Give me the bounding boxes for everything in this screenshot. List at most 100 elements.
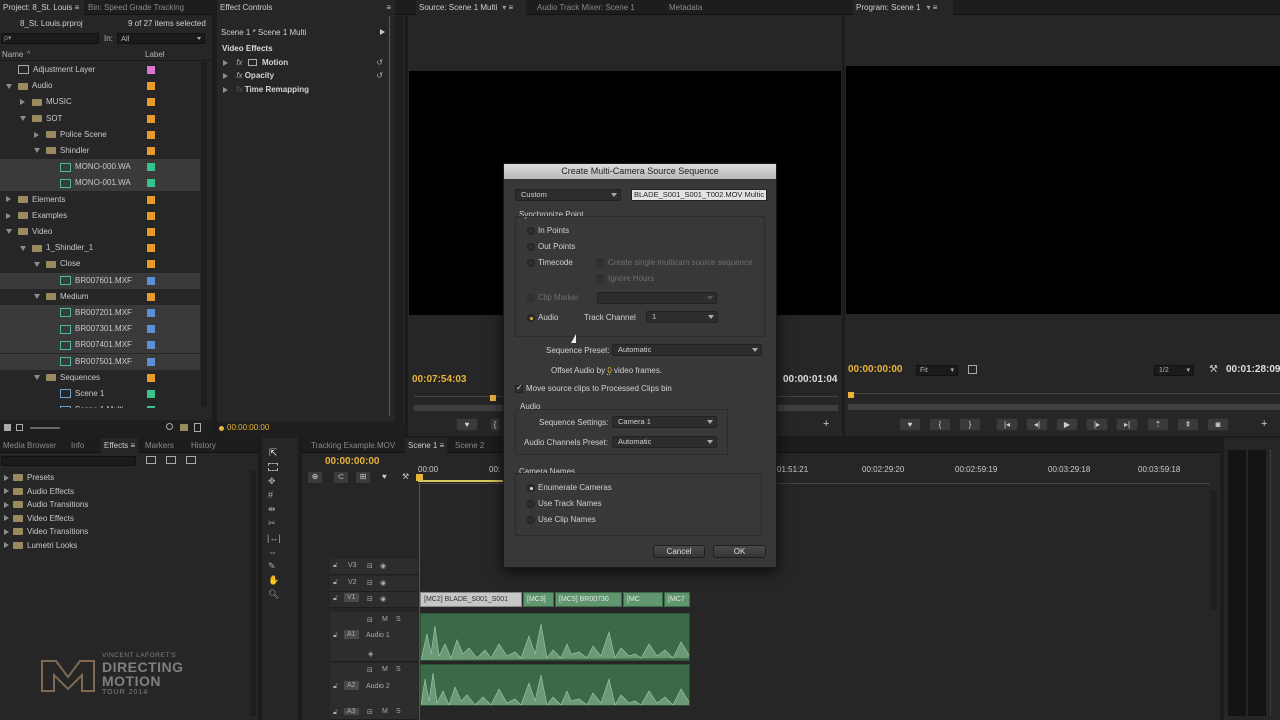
collapse-icon[interactable] (6, 229, 12, 235)
reset-icon[interactable]: ↺ (376, 71, 383, 80)
project-item[interactable]: Audio (0, 78, 200, 94)
lift-button[interactable]: ⇡ (1147, 418, 1169, 431)
cancel-button[interactable]: Cancel (653, 545, 705, 558)
project-item[interactable]: Scene 1 Multi (0, 402, 200, 408)
track-channel-select[interactable]: 1 (646, 311, 718, 323)
tab-scene-1[interactable]: Scene 1 ≡ (405, 438, 448, 453)
settings-button[interactable] (968, 365, 977, 374)
effect-controls-scrollbar[interactable] (395, 16, 403, 424)
project-item[interactable]: Close (0, 256, 200, 272)
tab-tracking-example[interactable]: Tracking Example.MOV (308, 438, 398, 453)
slip-tool[interactable]: |↔| (267, 533, 281, 543)
column-label[interactable]: Label (145, 50, 165, 59)
project-item[interactable]: 1_Shindler_1 (0, 240, 200, 256)
in-select[interactable]: All (117, 33, 205, 44)
track-names-radio[interactable] (527, 500, 535, 508)
video-clip[interactable]: [MC (623, 592, 663, 607)
clip-marker-select[interactable] (597, 292, 717, 304)
timecode-radio[interactable] (527, 259, 535, 267)
project-item[interactable]: BR007501.MXF (0, 353, 200, 370)
tab-effects[interactable]: Effects ≡ (101, 438, 139, 453)
project-item[interactable]: Examples (0, 208, 200, 224)
project-item[interactable]: MONO-001.WA (0, 175, 200, 192)
project-item[interactable]: Shindler (0, 143, 200, 159)
expand-icon[interactable] (6, 196, 11, 203)
program-scrub-bar[interactable] (848, 392, 1280, 413)
wrench-icon[interactable]: ⚒ (402, 472, 409, 481)
expand-icon[interactable] (223, 72, 228, 79)
go-to-in-button[interactable]: |◂ (996, 418, 1018, 431)
track-header-v1[interactable]: 🔓︎ V1 ⊟ ◉ (330, 592, 418, 608)
audio-clip-a1[interactable] (420, 613, 690, 661)
tab-info[interactable]: Info (68, 438, 87, 453)
sequence-settings-select[interactable]: Camera 1 (612, 416, 717, 428)
project-item[interactable]: Medium (0, 289, 200, 305)
effects-category[interactable]: Lumetri Looks (0, 539, 77, 552)
project-item[interactable]: BR007401.MXF (0, 337, 200, 354)
effect-controls-timecode[interactable]: 00:00:00:00 (227, 423, 269, 432)
mark-out-button[interactable]: } (959, 418, 981, 431)
zoom-slider[interactable] (30, 427, 60, 429)
channels-preset-select[interactable]: Automatic (612, 436, 717, 448)
expand-icon[interactable] (223, 86, 228, 93)
tab-effect-controls[interactable]: Effect Controls ≡ (217, 0, 395, 15)
fx-row-opacity[interactable]: fx Opacity ↺ (223, 71, 393, 84)
project-item[interactable]: BR007601.MXF (0, 272, 200, 289)
hand-tool[interactable]: ✋ (268, 575, 279, 586)
ok-button[interactable]: OK (713, 545, 766, 558)
project-search-input[interactable]: ρ▾ (1, 33, 99, 44)
project-item[interactable]: Sequences (0, 370, 200, 386)
fit-select[interactable]: Fit ▾ (916, 365, 958, 376)
enumerate-cameras-radio[interactable] (527, 484, 535, 492)
tab-bin[interactable]: Bin: Speed Grade Tracking (85, 0, 187, 15)
lock-icon[interactable]: 🔓︎ (333, 632, 338, 640)
pen-tool[interactable]: ✎ (268, 561, 276, 572)
tab-history[interactable]: History (188, 438, 219, 453)
project-item[interactable]: Police Scene (0, 127, 200, 143)
sync-lock-icon[interactable]: ⊟ (367, 562, 373, 570)
add-marker-button[interactable]: ♥ (456, 418, 478, 431)
add-marker-icon[interactable]: ♥ (382, 472, 387, 481)
tab-menu-icon[interactable]: ≡ (131, 441, 136, 450)
add-marker-button[interactable]: ♥ (899, 418, 921, 431)
expand-icon[interactable] (4, 542, 9, 549)
video-clip[interactable]: [MC5] BR00730 (555, 592, 622, 607)
lock-icon[interactable]: 🔓︎ (333, 709, 338, 717)
expand-icon[interactable] (6, 212, 11, 219)
razor-tool[interactable]: ✂ (268, 518, 276, 529)
effects-category[interactable]: Presets (0, 471, 54, 484)
effects-category[interactable]: Video Effects (0, 512, 74, 525)
yuv-effects-icon[interactable] (186, 456, 196, 464)
play-icon[interactable] (380, 29, 385, 35)
move-clips-checkbox[interactable]: ✓ (515, 383, 523, 393)
sync-lock-icon[interactable]: ⊟ (367, 595, 373, 603)
project-item[interactable]: Elements (0, 192, 200, 208)
sync-lock-icon[interactable]: ⊟ (367, 579, 373, 587)
collapse-icon[interactable] (6, 83, 12, 89)
tab-source[interactable]: Source: Scene 1 Multi ▾ ≡ (416, 0, 526, 15)
play-button[interactable]: ▶ (1056, 418, 1078, 431)
snap-icon[interactable]: ⊂ (334, 472, 348, 483)
lock-icon[interactable]: 🔓︎ (333, 595, 338, 603)
fx-row-time-remapping[interactable]: fx Time Remapping (223, 85, 393, 98)
export-frame-button[interactable]: ◙ (1207, 418, 1229, 431)
expand-icon[interactable] (4, 474, 9, 481)
extract-button[interactable]: ⇞ (1177, 418, 1199, 431)
solo-button[interactable]: S (396, 616, 401, 623)
project-item[interactable]: Adjustment Layer (0, 62, 200, 78)
rate-stretch-tool[interactable]: ⇹ (268, 504, 276, 515)
offset-value-input[interactable]: 0 (607, 366, 611, 375)
clip-marker-radio[interactable] (527, 294, 535, 302)
icon-view-icon[interactable] (16, 424, 23, 431)
zoom-tool[interactable]: 🔍︎ (268, 589, 279, 600)
collapse-icon[interactable] (20, 245, 26, 251)
rolling-edit-tool[interactable]: # (268, 490, 273, 500)
new-item-icon[interactable] (194, 423, 201, 432)
expand-icon[interactable] (4, 515, 9, 522)
effects-category[interactable]: Audio Effects (0, 485, 74, 498)
mark-in-button[interactable]: { (929, 418, 951, 431)
project-scrollbar[interactable] (201, 62, 207, 407)
expand-icon[interactable] (4, 488, 9, 495)
tab-menu-icon[interactable]: ≡ (440, 441, 445, 450)
clip-names-radio[interactable] (527, 516, 535, 524)
